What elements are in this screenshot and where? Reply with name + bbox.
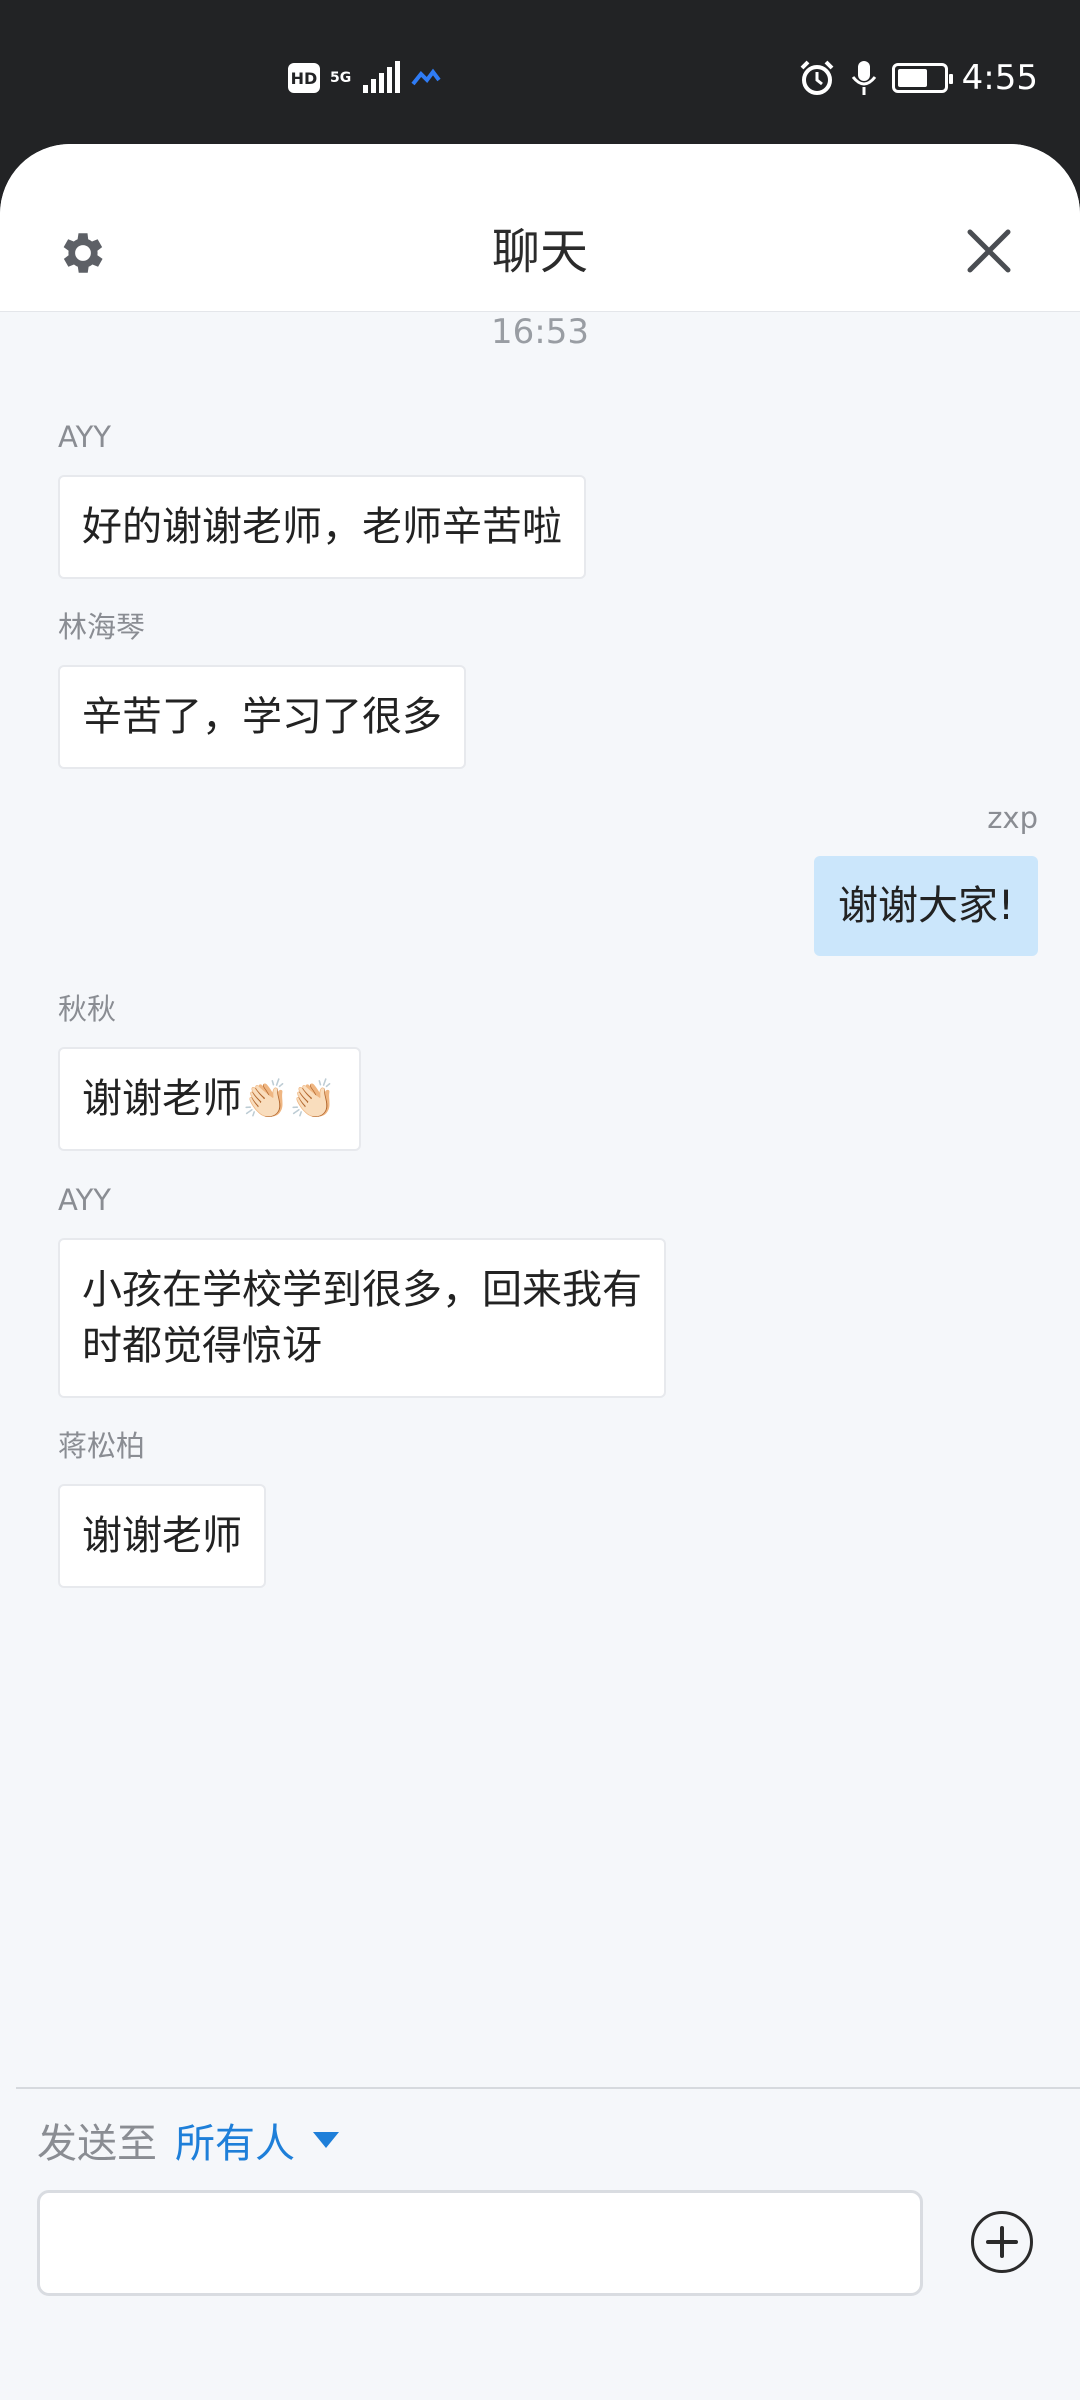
- message-sender: zxp: [987, 801, 1038, 835]
- message-bubble[interactable]: 谢谢老师👏🏻👏🏻: [58, 1047, 361, 1151]
- battery-level: [897, 69, 927, 87]
- clapping-emoji-icon: 👏🏻👏🏻: [242, 1077, 337, 1121]
- message-sender: AYY: [58, 1183, 112, 1217]
- message-sender: AYY: [58, 420, 112, 454]
- mic-icon: [851, 61, 876, 95]
- recipient-value[interactable]: 所有人: [175, 2111, 295, 2169]
- page-title: 聊天: [491, 224, 588, 280]
- chat-sheet: 聊天 16:53 AYY 好的谢谢老师，老师辛苦啦 林海琴 辛苦了，学习了很多 …: [0, 144, 1080, 2400]
- footer-divider: [16, 2087, 1080, 2089]
- message-bubble-self[interactable]: 谢谢大家!: [813, 856, 1038, 956]
- plus-circle-icon: [971, 2211, 1033, 2273]
- status-right-icons: 4:55: [798, 56, 1038, 100]
- close-icon: [967, 229, 1011, 273]
- signal-bars-icon: [363, 61, 401, 93]
- network-type-label: 5G: [330, 70, 352, 86]
- battery-icon: [891, 63, 953, 93]
- message-item-self: zxp 谢谢大家!: [813, 800, 1038, 956]
- app-notification-icon: [411, 68, 441, 86]
- message-sender: 秋秋: [58, 992, 117, 1026]
- message-text: 谢谢老师: [82, 1076, 242, 1122]
- message-bubble[interactable]: 好的谢谢老师，老师辛苦啦: [58, 475, 586, 579]
- message-sender: 蒋松柏: [58, 1429, 146, 1463]
- message-sender: 林海琴: [58, 610, 146, 644]
- message-bubble[interactable]: 谢谢老师: [58, 1484, 266, 1588]
- message-bubble[interactable]: 辛苦了，学习了很多: [58, 665, 466, 769]
- status-bar: HD 5G 4:55: [0, 0, 1080, 144]
- add-attachment-button[interactable]: [970, 2210, 1034, 2274]
- message-item: 秋秋 谢谢老师👏🏻👏🏻: [58, 991, 361, 1151]
- dropdown-arrow-icon[interactable]: [313, 2132, 339, 2148]
- message-item: AYY 小孩在学校学到很多，回来我有 时都觉得惊讶: [58, 1182, 666, 1398]
- message-bubble[interactable]: 小孩在学校学到很多，回来我有 时都觉得惊讶: [58, 1238, 666, 1398]
- chat-header: 聊天: [0, 144, 1080, 312]
- message-item: 林海琴 辛苦了，学习了很多: [58, 609, 466, 769]
- close-button[interactable]: [966, 228, 1026, 288]
- status-time: 4:55: [961, 58, 1038, 98]
- status-left-icons: HD 5G: [288, 60, 441, 96]
- message-item: AYY 好的谢谢老师，老师辛苦啦: [58, 419, 586, 579]
- message-input[interactable]: [37, 2190, 923, 2296]
- chat-timestamp: 16:53: [491, 312, 589, 352]
- recipient-selector[interactable]: 发送至 所有人: [37, 2110, 339, 2170]
- message-list[interactable]: 16:53 AYY 好的谢谢老师，老师辛苦啦 林海琴 辛苦了，学习了很多 zxp…: [0, 312, 1080, 2087]
- message-item: 蒋松柏 谢谢老师: [58, 1428, 266, 1588]
- alarm-icon: [800, 60, 834, 95]
- hd-icon: HD: [288, 63, 320, 93]
- send-to-label: 发送至: [37, 2121, 157, 2167]
